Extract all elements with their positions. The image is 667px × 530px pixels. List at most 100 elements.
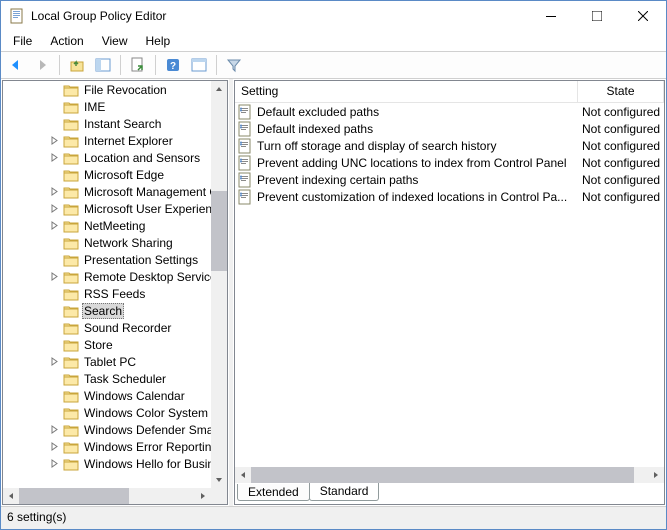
folder-icon bbox=[63, 168, 79, 182]
folder-icon bbox=[63, 338, 79, 352]
scroll-arrow-right-icon[interactable] bbox=[648, 467, 664, 483]
tree-item[interactable]: Microsoft Edge bbox=[3, 166, 211, 183]
list-row[interactable]: Prevent customization of indexed locatio… bbox=[235, 188, 664, 205]
tree-item[interactable]: RSS Feeds bbox=[3, 285, 211, 302]
policy-icon bbox=[237, 172, 253, 188]
tree-item[interactable]: Windows Color System bbox=[3, 404, 211, 421]
expand-icon[interactable] bbox=[49, 203, 60, 214]
scroll-arrow-right-icon[interactable] bbox=[195, 488, 211, 504]
tree-item[interactable]: Tablet PC bbox=[3, 353, 211, 370]
folder-icon bbox=[63, 423, 79, 437]
status-text: 6 setting(s) bbox=[7, 510, 66, 524]
folder-icon bbox=[63, 83, 79, 97]
horizontal-scroll-thumb[interactable] bbox=[19, 488, 129, 504]
tab-standard[interactable]: Standard bbox=[309, 483, 380, 501]
titlebar: Local Group Policy Editor bbox=[1, 1, 666, 31]
vertical-scroll-thumb[interactable] bbox=[211, 191, 227, 271]
tree-item[interactable]: Network Sharing bbox=[3, 234, 211, 251]
expand-icon bbox=[49, 118, 60, 129]
folder-icon bbox=[63, 355, 79, 369]
back-button[interactable] bbox=[5, 54, 27, 76]
tree-item[interactable]: Presentation Settings bbox=[3, 251, 211, 268]
up-button[interactable] bbox=[66, 54, 88, 76]
tree-item[interactable]: Instant Search bbox=[3, 115, 211, 132]
tree-item[interactable]: IME bbox=[3, 98, 211, 115]
tree-item[interactable]: File Revocation bbox=[3, 81, 211, 98]
scroll-arrow-left-icon[interactable] bbox=[235, 467, 251, 483]
menu-view[interactable]: View bbox=[94, 32, 136, 50]
help-button[interactable]: ? bbox=[162, 54, 184, 76]
close-button[interactable] bbox=[620, 1, 666, 31]
tree-item[interactable]: Remote Desktop Services bbox=[3, 268, 211, 285]
view-tabs: Extended Standard bbox=[235, 483, 664, 504]
maximize-button[interactable] bbox=[574, 1, 620, 31]
menu-file[interactable]: File bbox=[5, 32, 40, 50]
tree-item[interactable]: Microsoft Management Console bbox=[3, 183, 211, 200]
horizontal-scroll-thumb[interactable] bbox=[251, 467, 634, 483]
tree-vertical-scrollbar[interactable] bbox=[211, 81, 227, 488]
list-row[interactable]: Prevent adding UNC locations to index fr… bbox=[235, 154, 664, 171]
expand-icon bbox=[49, 305, 60, 316]
tree-item-label: RSS Feeds bbox=[82, 287, 147, 301]
list-row[interactable]: Default excluded pathsNot configured bbox=[235, 103, 664, 120]
tree-item[interactable]: Location and Sensors bbox=[3, 149, 211, 166]
tree-item[interactable]: Windows Error Reporting bbox=[3, 438, 211, 455]
tree-item-label: Windows Error Reporting bbox=[82, 440, 211, 454]
tree-item[interactable]: Task Scheduler bbox=[3, 370, 211, 387]
toolbar-separator bbox=[120, 55, 121, 75]
show-hide-tree-button[interactable] bbox=[92, 54, 114, 76]
expand-icon[interactable] bbox=[49, 186, 60, 197]
tree-item[interactable]: Internet Explorer bbox=[3, 132, 211, 149]
scroll-arrow-left-icon[interactable] bbox=[3, 488, 19, 504]
tree-item[interactable]: NetMeeting bbox=[3, 217, 211, 234]
export-button[interactable] bbox=[127, 54, 149, 76]
list-body[interactable]: Default excluded pathsNot configuredDefa… bbox=[235, 103, 664, 467]
expand-icon[interactable] bbox=[49, 458, 60, 469]
cell-state: Not configured bbox=[578, 190, 664, 204]
list-row[interactable]: Default indexed pathsNot configured bbox=[235, 120, 664, 137]
minimize-button[interactable] bbox=[528, 1, 574, 31]
list-row[interactable]: Turn off storage and display of search h… bbox=[235, 137, 664, 154]
statusbar: 6 setting(s) bbox=[1, 507, 666, 529]
expand-icon bbox=[49, 407, 60, 418]
folder-icon bbox=[63, 270, 79, 284]
setting-label: Default indexed paths bbox=[257, 122, 373, 136]
menu-help[interactable]: Help bbox=[138, 32, 179, 50]
tree-item[interactable]: Store bbox=[3, 336, 211, 353]
tree-item-label: Windows Defender SmartScreen bbox=[82, 423, 211, 437]
tree-horizontal-scrollbar[interactable] bbox=[3, 488, 211, 504]
expand-icon[interactable] bbox=[49, 135, 60, 146]
expand-icon[interactable] bbox=[49, 441, 60, 452]
list-row[interactable]: Prevent indexing certain pathsNot config… bbox=[235, 171, 664, 188]
expand-icon[interactable] bbox=[49, 356, 60, 367]
tree-item[interactable]: Sound Recorder bbox=[3, 319, 211, 336]
properties-button[interactable] bbox=[188, 54, 210, 76]
expand-icon[interactable] bbox=[49, 220, 60, 231]
forward-button[interactable] bbox=[31, 54, 53, 76]
expand-icon[interactable] bbox=[49, 152, 60, 163]
folder-icon bbox=[63, 202, 79, 216]
tree-view[interactable]: File RevocationIMEInstant SearchInternet… bbox=[3, 81, 211, 488]
list-header: Setting State bbox=[235, 81, 664, 103]
expand-icon[interactable] bbox=[49, 424, 60, 435]
policy-icon bbox=[237, 189, 253, 205]
list-horizontal-scrollbar[interactable] bbox=[235, 467, 664, 483]
tree-item[interactable]: Microsoft User Experience Virtualization bbox=[3, 200, 211, 217]
tree-item[interactable]: Windows Calendar bbox=[3, 387, 211, 404]
expand-icon[interactable] bbox=[49, 271, 60, 282]
scroll-arrow-up-icon[interactable] bbox=[211, 81, 227, 97]
tree-item[interactable]: Search bbox=[3, 302, 211, 319]
menu-action[interactable]: Action bbox=[42, 32, 91, 50]
tree-item[interactable]: Windows Hello for Business bbox=[3, 455, 211, 472]
details-pane: Setting State Default excluded pathsNot … bbox=[234, 80, 665, 505]
tree-item[interactable]: Windows Defender SmartScreen bbox=[3, 421, 211, 438]
column-setting[interactable]: Setting bbox=[235, 81, 578, 102]
setting-label: Prevent indexing certain paths bbox=[257, 173, 418, 187]
setting-label: Prevent customization of indexed locatio… bbox=[257, 190, 567, 204]
vertical-splitter[interactable] bbox=[229, 79, 233, 506]
column-state[interactable]: State bbox=[578, 81, 664, 102]
tab-extended[interactable]: Extended bbox=[237, 484, 310, 501]
scroll-arrow-down-icon[interactable] bbox=[211, 472, 227, 488]
folder-icon bbox=[63, 304, 79, 318]
filter-button[interactable] bbox=[223, 54, 245, 76]
